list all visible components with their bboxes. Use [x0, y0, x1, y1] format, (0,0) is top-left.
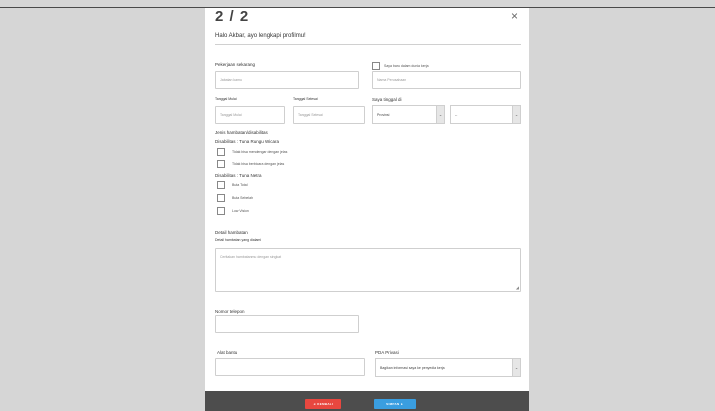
detail-textarea[interactable]: Ceritakan hambatanmu dengan singkat ◢	[215, 248, 521, 292]
end-date-input[interactable]: Tanggal Selesai	[293, 106, 365, 124]
disability-option-row[interactable]: Tidak bisa berbicara dengan jelas	[217, 160, 284, 168]
city-value: --	[455, 112, 458, 117]
disability-checkbox[interactable]	[217, 207, 225, 215]
resize-handle-icon[interactable]: ◢	[516, 285, 519, 290]
disability-option-label: Low Vision	[232, 209, 249, 213]
chevron-down-icon: ⌄	[436, 106, 444, 123]
modal-footer: ◄ KEMBALI SIMPAN ►	[205, 391, 529, 411]
city-select[interactable]: -- ⌄	[450, 105, 521, 124]
privacy-select[interactable]: Bagikan informasi saya ke penyedia kerja…	[375, 358, 521, 377]
disability-checkbox[interactable]	[217, 194, 225, 202]
header-divider	[215, 44, 521, 45]
chevron-down-icon: ⌄	[512, 359, 520, 376]
position-input[interactable]: Jabatan kamu	[215, 71, 359, 89]
disability-option-label: Buta Sebelah	[232, 196, 254, 200]
detail-label: Detail hambatan	[215, 230, 248, 235]
disability-option-label: Tidak bisa berbicara dengan jelas	[232, 162, 285, 166]
phone-input[interactable]	[215, 315, 359, 333]
save-button[interactable]: SIMPAN ►	[374, 399, 416, 409]
close-icon[interactable]: ×	[511, 9, 518, 23]
job-label: Pekerjaan sekarang	[215, 62, 256, 67]
location-label: Saya tinggal di	[372, 97, 402, 102]
disability-checkbox[interactable]	[217, 148, 225, 156]
back-button[interactable]: ◄ KEMBALI	[305, 399, 341, 409]
start-date-label: Tanggal Mulai	[215, 97, 237, 101]
privacy-label: PDA Privasi	[375, 350, 399, 355]
disability-option-label: Tidak bisa mendengar dengan jelas	[232, 150, 288, 154]
disability-checkbox[interactable]	[217, 181, 225, 189]
end-date-label: Tanggal Selesai	[293, 97, 318, 101]
disability-option-row[interactable]: Buta Total	[217, 181, 248, 189]
disability-option-row[interactable]: Tidak bisa mendengar dengan jelas	[217, 148, 287, 156]
tools-input[interactable]	[215, 358, 365, 376]
profile-modal: 2 / 2 × Halo Akbar, ayo lengkapi profilm…	[205, 8, 529, 411]
step-indicator: 2 / 2	[215, 8, 250, 25]
tools-label: Alat bantu	[217, 350, 238, 355]
disability-title: Jenis hambatan/disabilitas	[215, 130, 268, 135]
chevron-down-icon: ⌄	[512, 106, 520, 123]
disability-group-label: Disabilitas : Tuna Rungu Wicara	[215, 139, 280, 144]
detail-sublabel: Detail hambatan yang dialami	[215, 238, 262, 242]
newbie-checkbox-row[interactable]: Saya baru dalam dunia kerja	[372, 62, 429, 70]
detail-placeholder: Ceritakan hambatanmu dengan singkat	[220, 255, 282, 259]
company-input[interactable]: Nama Perusahaan	[372, 71, 521, 89]
newbie-checkbox-label: Saya baru dalam dunia kerja	[384, 64, 429, 68]
province-select[interactable]: Provinsi ⌄	[372, 105, 445, 124]
disability-option-label: Buta Total	[232, 183, 248, 187]
disability-checkbox[interactable]	[217, 160, 225, 168]
start-date-input[interactable]: Tanggal Mulai	[215, 106, 285, 124]
modal-subtitle: Halo Akbar, ayo lengkapi profilmu!	[215, 33, 306, 39]
disability-group-label: Disabilitas : Tuna Netra	[215, 173, 262, 178]
disability-option-row[interactable]: Low Vision	[217, 207, 249, 215]
newbie-checkbox[interactable]	[372, 62, 380, 70]
disability-option-row[interactable]: Buta Sebelah	[217, 194, 253, 202]
phone-label: Nomor telepon	[215, 309, 245, 314]
privacy-value: Bagikan informasi saya ke penyedia kerja	[380, 365, 445, 370]
province-value: Provinsi	[377, 112, 390, 117]
